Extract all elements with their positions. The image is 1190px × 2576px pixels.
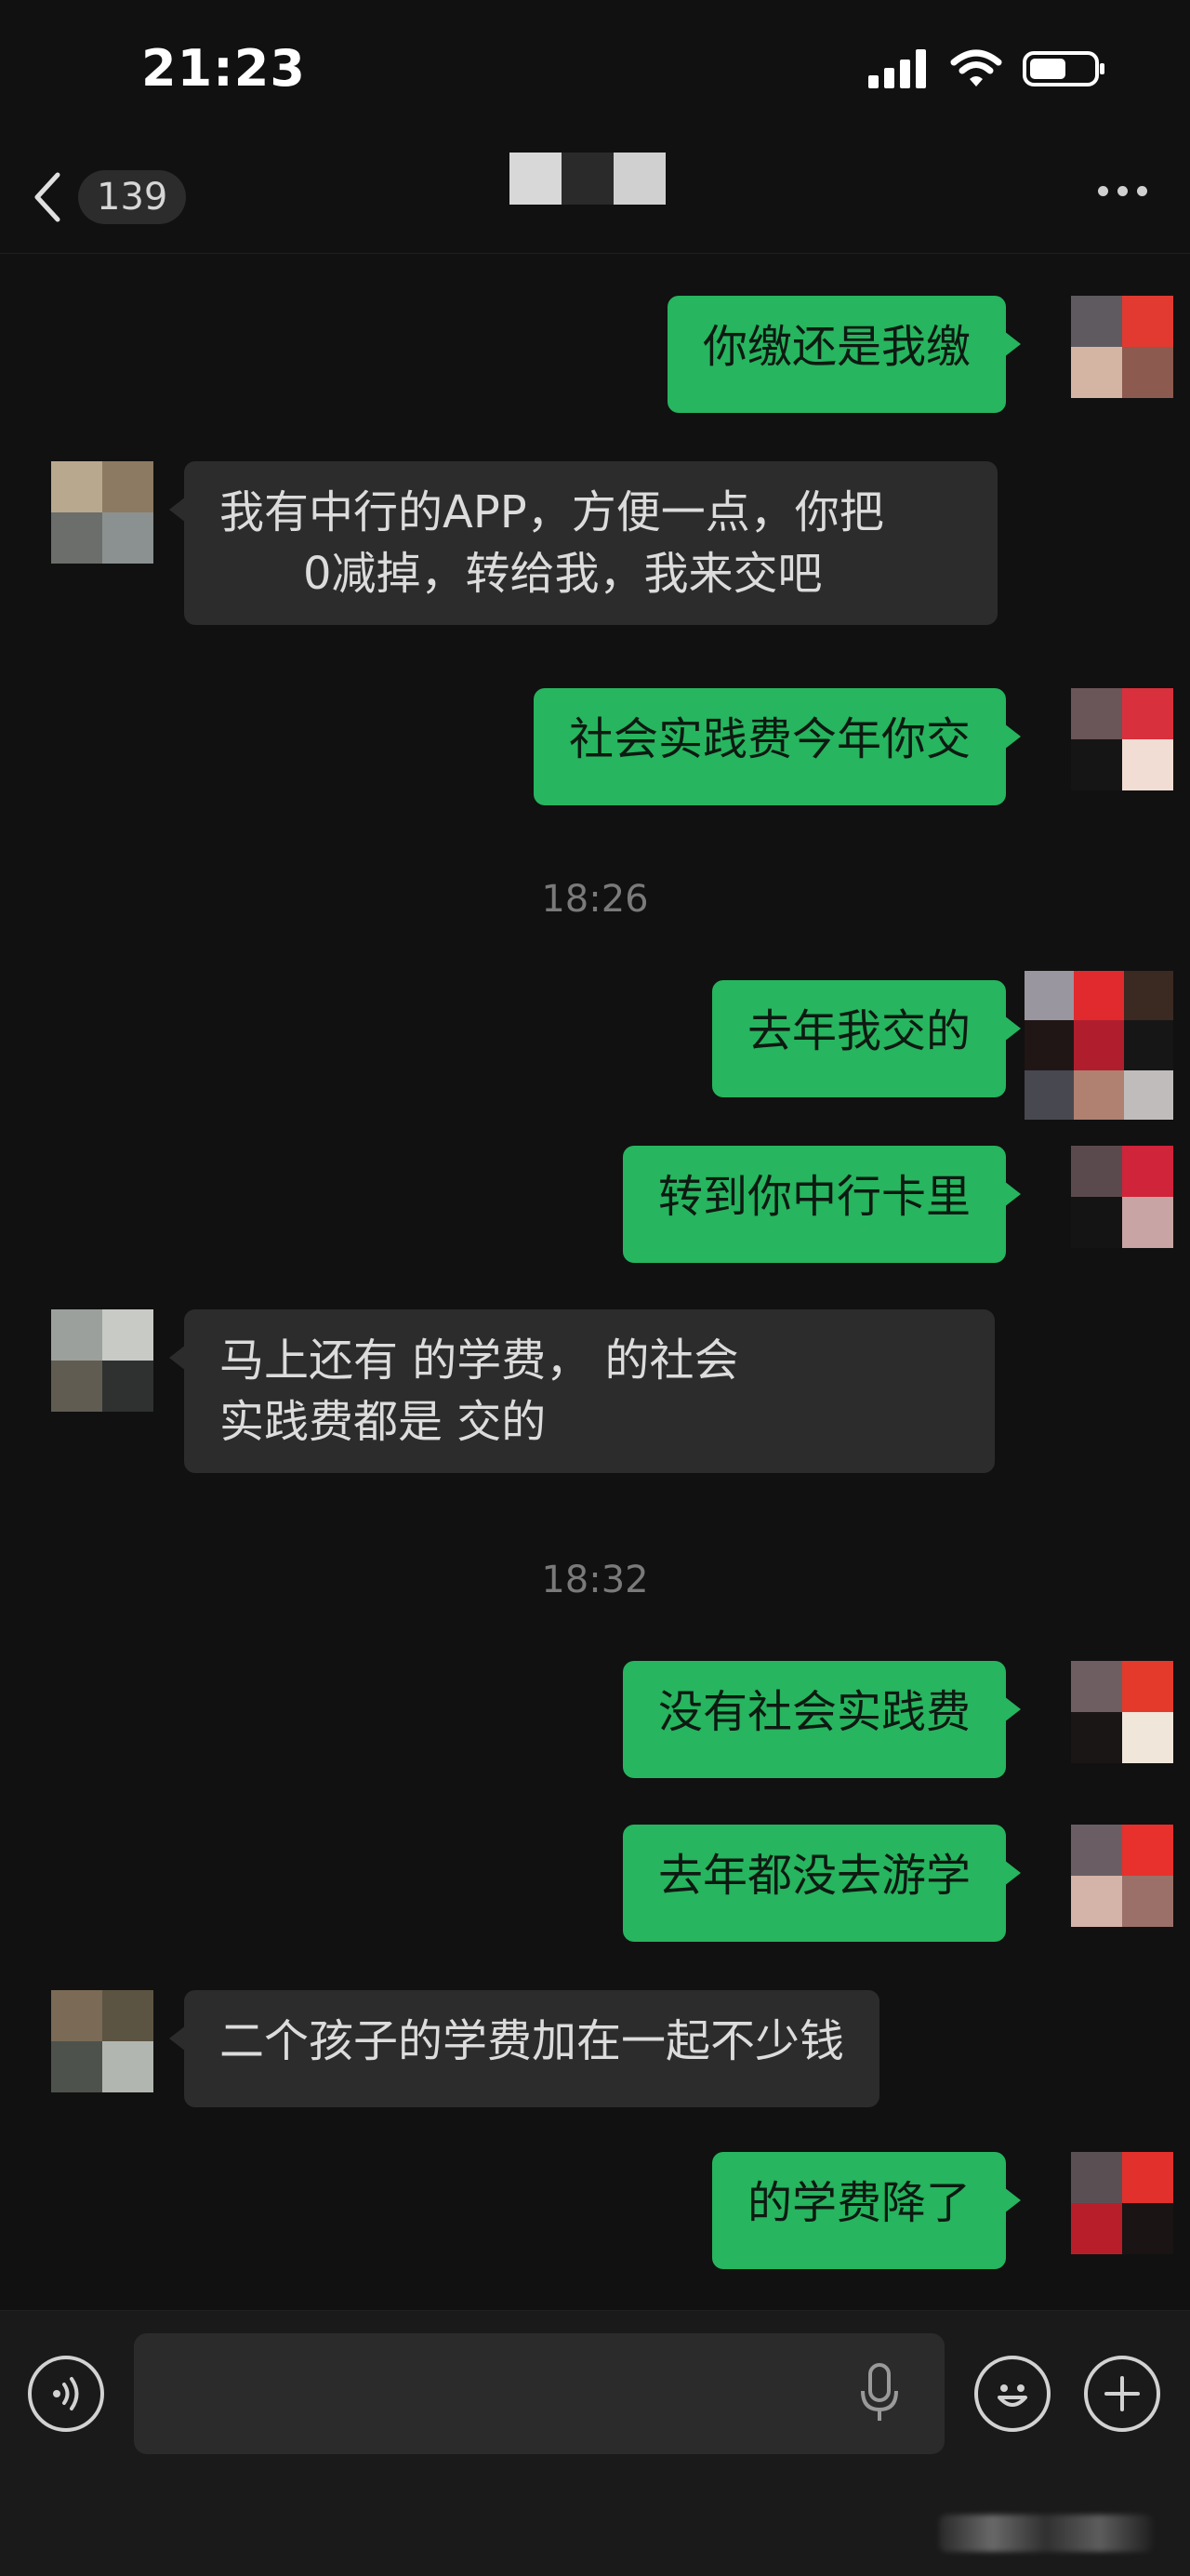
- microphone-icon: [861, 2363, 898, 2421]
- message-text: 去年我交的: [747, 1005, 971, 1057]
- voice-mode-icon: [53, 2377, 79, 2410]
- battery-icon: [1023, 51, 1104, 86]
- message-text-line: 0减掉，转给我，我来交吧: [303, 548, 823, 600]
- chevron-left-icon: [34, 172, 60, 222]
- message-text: 没有社会实践费: [657, 1686, 971, 1738]
- message-text: 二个孩子的学费加在一起不少钱: [219, 2015, 845, 2067]
- message-bubble-received[interactable]: 二个孩子的学费加在一起不少钱: [168, 1990, 880, 2107]
- message-bubble-sent[interactable]: 你缴还是我缴: [667, 296, 1022, 413]
- signal-bars-icon: [868, 49, 926, 88]
- emoji-button[interactable]: [974, 2356, 1051, 2432]
- avatar-self[interactable]: [1071, 2152, 1173, 2254]
- message-text-line: 马上还有 的学费， 的社会: [219, 1334, 739, 1387]
- timestamp: 18:26: [541, 878, 649, 921]
- voice-mode-button[interactable]: [28, 2356, 104, 2432]
- message-bubble-sent[interactable]: 转到你中行卡里: [622, 1146, 1022, 1263]
- message-bubble-received[interactable]: 我有中行的APP，方便一点，你把 0减掉，转给我，我来交吧: [169, 461, 998, 625]
- chat-title-redacted: [509, 153, 666, 205]
- emoji-icon: [998, 2384, 1027, 2407]
- message-text-line: 我有中行的APP，方便一点，你把: [219, 486, 884, 538]
- voice-input-button[interactable]: [859, 2363, 900, 2428]
- avatar-self[interactable]: [1071, 296, 1173, 398]
- chat-header: 139: [0, 139, 1190, 254]
- avatar-contact[interactable]: [51, 1990, 153, 2092]
- timestamp: 18:32: [541, 1559, 649, 1601]
- message-bubble-sent[interactable]: 去年我交的: [711, 980, 1022, 1097]
- message-input-bar: [0, 2310, 1190, 2576]
- avatar-self[interactable]: [1025, 971, 1173, 1120]
- message-bubble-sent[interactable]: 的学费降了: [711, 2152, 1022, 2269]
- message-bubble-received[interactable]: 马上还有 的学费， 的社会 实践费都是 交的: [169, 1309, 995, 1473]
- avatar-self[interactable]: [1071, 1661, 1173, 1763]
- message-text-input[interactable]: [134, 2333, 945, 2454]
- avatar-contact[interactable]: [51, 1309, 153, 1412]
- avatar-contact[interactable]: [51, 461, 153, 564]
- status-icons: [868, 48, 1106, 89]
- chat-message-list[interactable]: 你缴还是我缴 我有中行的APP，方便一点，你把 0减掉，转给我，我来交吧 社会实…: [0, 253, 1190, 2310]
- add-attachment-button[interactable]: [1084, 2356, 1160, 2432]
- unread-count-badge: 139: [78, 170, 187, 224]
- message-bubble-sent[interactable]: 没有社会实践费: [622, 1661, 1022, 1778]
- status-time: 21:23: [141, 39, 306, 98]
- avatar-self[interactable]: [1071, 688, 1173, 790]
- plus-icon: [1104, 2376, 1140, 2411]
- avatar-self[interactable]: [1071, 1146, 1173, 1248]
- message-text: 去年都没去游学: [657, 1850, 971, 1902]
- wifi-icon: [950, 49, 1002, 86]
- watermark-blur: [939, 2515, 1153, 2552]
- message-bubble-sent[interactable]: 去年都没去游学: [622, 1825, 1022, 1942]
- message-text-line: 实践费都是 交的: [219, 1396, 547, 1448]
- message-bubble-sent[interactable]: 社会实践费今年你交: [533, 688, 1022, 805]
- message-text: 的学费降了: [747, 2177, 971, 2229]
- more-dots-icon: [1098, 186, 1108, 196]
- message-text: 转到你中行卡里: [657, 1171, 971, 1223]
- more-options-button[interactable]: [1098, 186, 1147, 196]
- back-button[interactable]: 139: [33, 164, 210, 231]
- message-text: 社会实践费今年你交: [568, 713, 971, 765]
- status-bar: 21:23: [0, 0, 1190, 139]
- avatar-self[interactable]: [1071, 1825, 1173, 1927]
- message-text: 你缴还是我缴: [702, 321, 971, 373]
